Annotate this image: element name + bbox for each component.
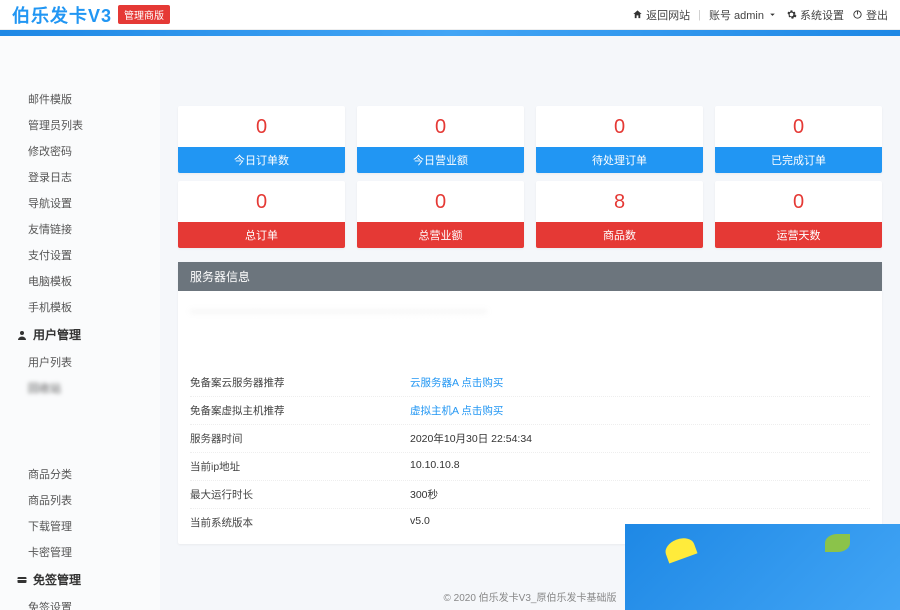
info-row-virtual-host: 免备案虚拟主机推荐 虚拟主机A 点击购买 bbox=[190, 397, 870, 425]
card-today-revenue: 0 今日营业额 bbox=[357, 106, 524, 173]
info-label: 免备案虚拟主机推荐 bbox=[190, 403, 410, 418]
card-label: 运营天数 bbox=[715, 222, 882, 248]
brand: 伯乐发卡V3 管理商版 bbox=[12, 2, 170, 28]
power-icon bbox=[852, 9, 863, 20]
sidebar: 邮件模版 管理员列表 修改密码 登录日志 导航设置 友情链接 支付设置 电脑模板… bbox=[0, 36, 160, 610]
separator: | bbox=[698, 9, 701, 21]
card-label: 商品数 bbox=[536, 222, 703, 248]
topbar-right: 返回网站 | 账号 admin 系统设置 登出 bbox=[632, 7, 888, 23]
sidebar-item-user-list[interactable]: 用户列表 bbox=[0, 349, 160, 375]
gear-icon bbox=[786, 9, 797, 20]
info-label: 服务器时间 bbox=[190, 431, 410, 446]
sidebar-item-mobile-template[interactable]: 手机模板 bbox=[0, 294, 160, 320]
info-label: 当前ip地址 bbox=[190, 459, 410, 474]
info-row-blurred: ········································… bbox=[190, 299, 870, 369]
sidebar-item-pc-template[interactable]: 电脑模板 bbox=[0, 268, 160, 294]
info-label: 当前系统版本 bbox=[190, 515, 410, 530]
card-products: 8 商品数 bbox=[536, 181, 703, 248]
server-info-panel: 服务器信息 ··································… bbox=[178, 262, 882, 544]
card-label: 今日订单数 bbox=[178, 147, 345, 173]
stats-row-2: 0 总订单 0 总营业额 8 商品数 0 运营天数 bbox=[178, 181, 882, 248]
card-label: 待处理订单 bbox=[536, 147, 703, 173]
card-icon bbox=[16, 574, 28, 586]
sidebar-item-download-mgmt[interactable]: 下载管理 bbox=[0, 513, 160, 539]
card-value: 0 bbox=[536, 106, 703, 147]
info-row-ip: 当前ip地址 10.10.10.8 bbox=[190, 453, 870, 481]
sidebar-item-sign-settings[interactable]: 免签设置 bbox=[0, 594, 160, 610]
info-row-server-time: 服务器时间 2020年10月30日 22:54:34 bbox=[190, 425, 870, 453]
floating-ad-image[interactable] bbox=[625, 524, 900, 610]
info-value: 300秒 bbox=[410, 487, 870, 502]
info-value: 2020年10月30日 22:54:34 bbox=[410, 431, 870, 446]
card-pending-orders: 0 待处理订单 bbox=[536, 106, 703, 173]
sidebar-item-admin-list[interactable]: 管理员列表 bbox=[0, 112, 160, 138]
logout-link[interactable]: 登出 bbox=[852, 7, 888, 23]
card-value: 0 bbox=[715, 106, 882, 147]
card-total-revenue: 0 总营业额 bbox=[357, 181, 524, 248]
sidebar-header-user-label: 用户管理 bbox=[33, 326, 81, 343]
info-link-vhost[interactable]: 虚拟主机A 点击购买 bbox=[410, 403, 870, 418]
sidebar-item-payment-settings[interactable]: 支付设置 bbox=[0, 242, 160, 268]
sidebar-header-sign-mgmt[interactable]: 免签管理 bbox=[0, 565, 160, 594]
sidebar-item-login-log[interactable]: 登录日志 bbox=[0, 164, 160, 190]
sidebar-item-product-list[interactable]: 商品列表 bbox=[0, 487, 160, 513]
chevron-down-icon bbox=[767, 9, 778, 20]
system-settings-link[interactable]: 系统设置 bbox=[786, 7, 844, 23]
logout-label: 登出 bbox=[866, 7, 888, 23]
blurred-content: ········································… bbox=[190, 305, 870, 363]
card-value: 0 bbox=[178, 106, 345, 147]
panel-body: ········································… bbox=[178, 291, 882, 544]
sidebar-item-mail-template[interactable]: 邮件模版 bbox=[0, 86, 160, 112]
user-icon bbox=[16, 329, 28, 341]
card-today-orders: 0 今日订单数 bbox=[178, 106, 345, 173]
card-total-orders: 0 总订单 bbox=[178, 181, 345, 248]
topbar: 伯乐发卡V3 管理商版 返回网站 | 账号 admin 系统设置 登出 bbox=[0, 0, 900, 30]
sidebar-header-user-mgmt[interactable]: 用户管理 bbox=[0, 320, 160, 349]
card-label: 总营业额 bbox=[357, 222, 524, 248]
sidebar-item-change-password[interactable]: 修改密码 bbox=[0, 138, 160, 164]
info-row-max-runtime: 最大运行时长 300秒 bbox=[190, 481, 870, 509]
back-site-link[interactable]: 返回网站 bbox=[632, 7, 690, 23]
stats-row-1: 0 今日订单数 0 今日营业额 0 待处理订单 0 已完成订单 bbox=[178, 106, 882, 173]
card-value: 0 bbox=[178, 181, 345, 222]
card-value: 0 bbox=[357, 106, 524, 147]
card-value: 8 bbox=[536, 181, 703, 222]
brand-title: 伯乐发卡V3 bbox=[12, 2, 112, 28]
home-icon bbox=[632, 9, 643, 20]
sidebar-item-nav-settings[interactable]: 导航设置 bbox=[0, 190, 160, 216]
card-value: 0 bbox=[715, 181, 882, 222]
card-label: 总订单 bbox=[178, 222, 345, 248]
account-dropdown[interactable]: 账号 admin bbox=[709, 7, 778, 23]
sidebar-item-card-mgmt[interactable]: 卡密管理 bbox=[0, 539, 160, 565]
account-label: 账号 admin bbox=[709, 7, 764, 23]
info-link-cloud[interactable]: 云服务器A 点击购买 bbox=[410, 375, 870, 390]
card-label: 今日营业额 bbox=[357, 147, 524, 173]
info-label: 免备案云服务器推荐 bbox=[190, 375, 410, 390]
panel-title: 服务器信息 bbox=[178, 262, 882, 291]
sidebar-item-recycle[interactable]: 回收站 bbox=[0, 375, 160, 401]
sidebar-header-sign-label: 免签管理 bbox=[33, 571, 81, 588]
info-value: 10.10.10.8 bbox=[410, 459, 870, 474]
brand-badge: 管理商版 bbox=[118, 5, 170, 24]
card-completed-orders: 0 已完成订单 bbox=[715, 106, 882, 173]
card-label: 已完成订单 bbox=[715, 147, 882, 173]
settings-label: 系统设置 bbox=[800, 7, 844, 23]
sidebar-item-product-category[interactable]: 商品分类 bbox=[0, 461, 160, 487]
card-value: 0 bbox=[357, 181, 524, 222]
card-operating-days: 0 运营天数 bbox=[715, 181, 882, 248]
info-label: 最大运行时长 bbox=[190, 487, 410, 502]
sidebar-item-friend-links[interactable]: 友情链接 bbox=[0, 216, 160, 242]
back-site-label: 返回网站 bbox=[646, 7, 690, 23]
info-row-cloud-server: 免备案云服务器推荐 云服务器A 点击购买 bbox=[190, 369, 870, 397]
